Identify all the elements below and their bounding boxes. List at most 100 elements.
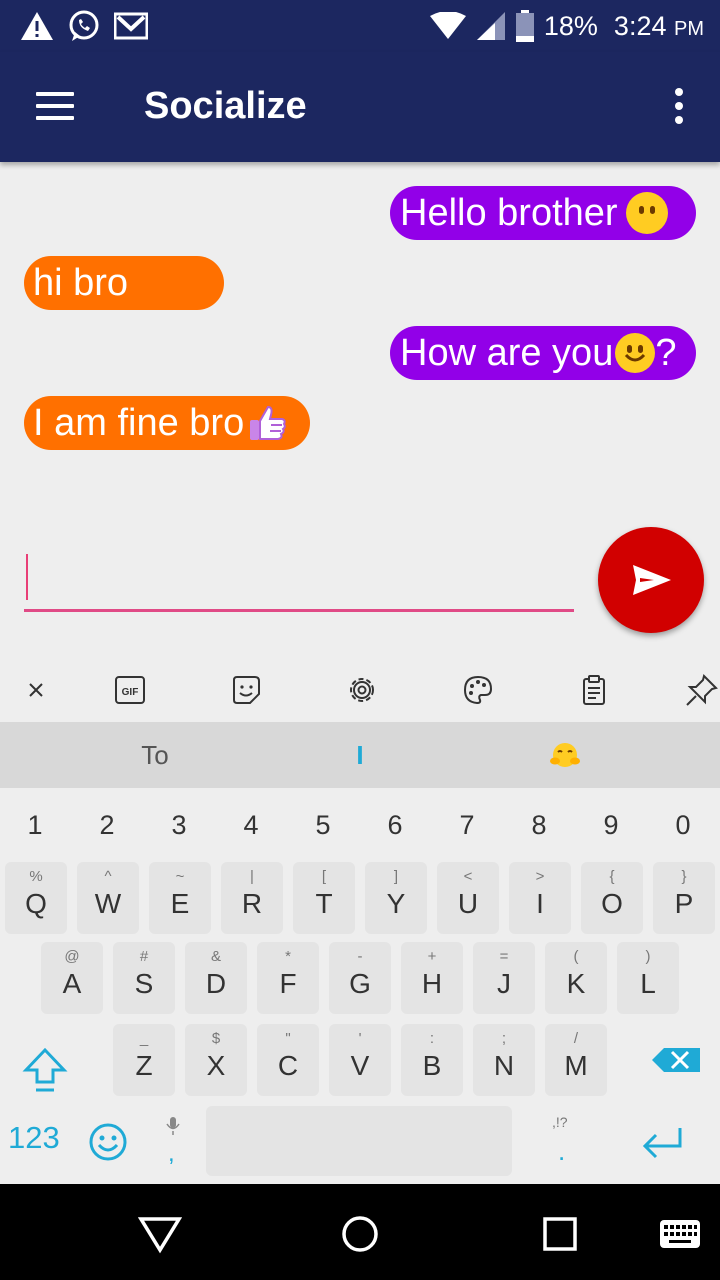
microphone-icon [166, 1117, 180, 1135]
wifi-icon [429, 12, 466, 39]
home-nav-icon[interactable] [338, 1212, 382, 1256]
key-hint: ' [358, 1030, 362, 1047]
key-label: O [601, 888, 623, 919]
key-label: H [421, 968, 443, 999]
key-c[interactable]: " C [257, 1024, 319, 1096]
key-i[interactable]: > I [509, 862, 571, 934]
number-key[interactable]: 7 [437, 810, 497, 841]
suggestion-item[interactable]: I [264, 722, 456, 788]
key-hint: $ [211, 1030, 221, 1047]
key-label: X [206, 1050, 226, 1081]
key-l[interactable]: ) L [617, 942, 679, 1014]
status-bar: 18% 3:24 PM [0, 0, 720, 52]
key-r[interactable]: | R [221, 862, 283, 934]
key-o[interactable]: {O [581, 862, 643, 934]
key-e[interactable]: ~ E [149, 862, 211, 934]
key-m[interactable]: / M [545, 1024, 607, 1096]
send-button[interactable] [598, 527, 704, 633]
key-u[interactable]: < U [437, 862, 499, 934]
number-key[interactable]: 2 [77, 810, 137, 841]
suggestion-item[interactable] [470, 722, 660, 788]
key-hint: + [427, 948, 437, 965]
key-hint: ; [501, 1030, 507, 1047]
number-key[interactable]: 3 [149, 810, 209, 841]
key-z[interactable]: _ Z [113, 1024, 175, 1096]
clock: 3:24 PM [614, 11, 704, 42]
key-j[interactable]: = J [473, 942, 535, 1014]
key-n[interactable]: ; N [473, 1024, 535, 1096]
number-key[interactable]: 0 [653, 810, 713, 841]
clock-suffix: PM [674, 17, 704, 40]
message-text: hi bro [33, 262, 129, 304]
message-bubble-sent[interactable]: How are you ? [390, 326, 696, 380]
key-hint: ) [645, 948, 651, 965]
keyboard-switch-icon[interactable] [658, 1212, 702, 1256]
svg-text:GIF: GIF [122, 687, 139, 698]
key-label: L [640, 968, 656, 999]
key-p[interactable]: } P [653, 862, 715, 934]
key-s[interactable]: # S [113, 942, 175, 1014]
gif-icon[interactable]: GIF [112, 672, 148, 708]
key-label: P [674, 888, 694, 919]
key-h[interactable]: + H [401, 942, 463, 1014]
number-key[interactable]: 4 [221, 810, 281, 841]
key-hint: } [681, 868, 687, 885]
key-hint: % [29, 868, 43, 885]
key-t[interactable]: [T [293, 862, 355, 934]
key-label: I [536, 888, 544, 919]
key-b[interactable]: :B [401, 1024, 463, 1096]
shift-key-icon[interactable] [14, 1036, 76, 1108]
key-hint: { [609, 868, 615, 885]
key-label: C [277, 1050, 299, 1081]
key-x[interactable]: $ X [185, 1024, 247, 1096]
comma-key[interactable]: , [156, 1114, 190, 1170]
settings-gear-icon[interactable] [344, 672, 380, 708]
close-icon[interactable] [18, 672, 54, 708]
space-bar[interactable] [206, 1106, 512, 1176]
key-a[interactable]: @ A [41, 942, 103, 1014]
key-k[interactable]: (K [545, 942, 607, 1014]
symbols-key[interactable]: 123 [8, 1120, 60, 1156]
clipboard-icon[interactable] [576, 672, 612, 708]
backspace-key-icon[interactable] [646, 1028, 708, 1100]
battery-icon [515, 10, 534, 42]
number-key[interactable]: 8 [509, 810, 569, 841]
navigation-bar [0, 1184, 720, 1280]
menu-icon[interactable] [36, 92, 76, 122]
theme-palette-icon[interactable] [460, 672, 496, 708]
number-key[interactable]: 5 [293, 810, 353, 841]
recents-nav-icon[interactable] [538, 1212, 582, 1256]
key-f[interactable]: * F [257, 942, 319, 1014]
suggestion-item[interactable]: To [60, 722, 250, 788]
enter-key-icon[interactable] [640, 1122, 686, 1162]
key-q[interactable]: % Q [5, 862, 67, 934]
period-key[interactable]: ,!? . [540, 1114, 584, 1170]
number-key[interactable]: 9 [581, 810, 641, 841]
message-bubble-received[interactable]: hi bro [24, 256, 224, 310]
key-v[interactable]: ' V [329, 1024, 391, 1096]
message-bubble-received[interactable]: I am fine bro [24, 396, 310, 450]
overflow-menu-icon[interactable] [674, 88, 684, 128]
key-label: W [94, 888, 122, 919]
hugging-face-emoji-icon [550, 743, 580, 767]
number-key[interactable]: 1 [5, 810, 65, 841]
suggestion-strip: To I [0, 722, 720, 788]
message-input[interactable] [32, 552, 562, 604]
back-nav-icon[interactable] [138, 1212, 182, 1256]
clock-time: 3:24 [613, 10, 667, 41]
key-hint: > [535, 868, 545, 885]
send-icon [633, 565, 671, 595]
key-d[interactable]: & D [185, 942, 247, 1014]
number-key[interactable]: 6 [365, 810, 425, 841]
sticker-icon[interactable] [228, 672, 264, 708]
key-label: K [566, 968, 586, 999]
key-hint: _ [139, 1030, 149, 1047]
key-hint: * [285, 948, 291, 965]
key-hint: # [139, 948, 149, 965]
key-w[interactable]: ^ W [77, 862, 139, 934]
message-bubble-sent[interactable]: Hello brother [390, 186, 696, 240]
emoji-key-icon[interactable] [88, 1122, 128, 1162]
key-g[interactable]: -G [329, 942, 391, 1014]
key-y[interactable]: ] Y [365, 862, 427, 934]
pin-icon[interactable] [684, 672, 720, 708]
